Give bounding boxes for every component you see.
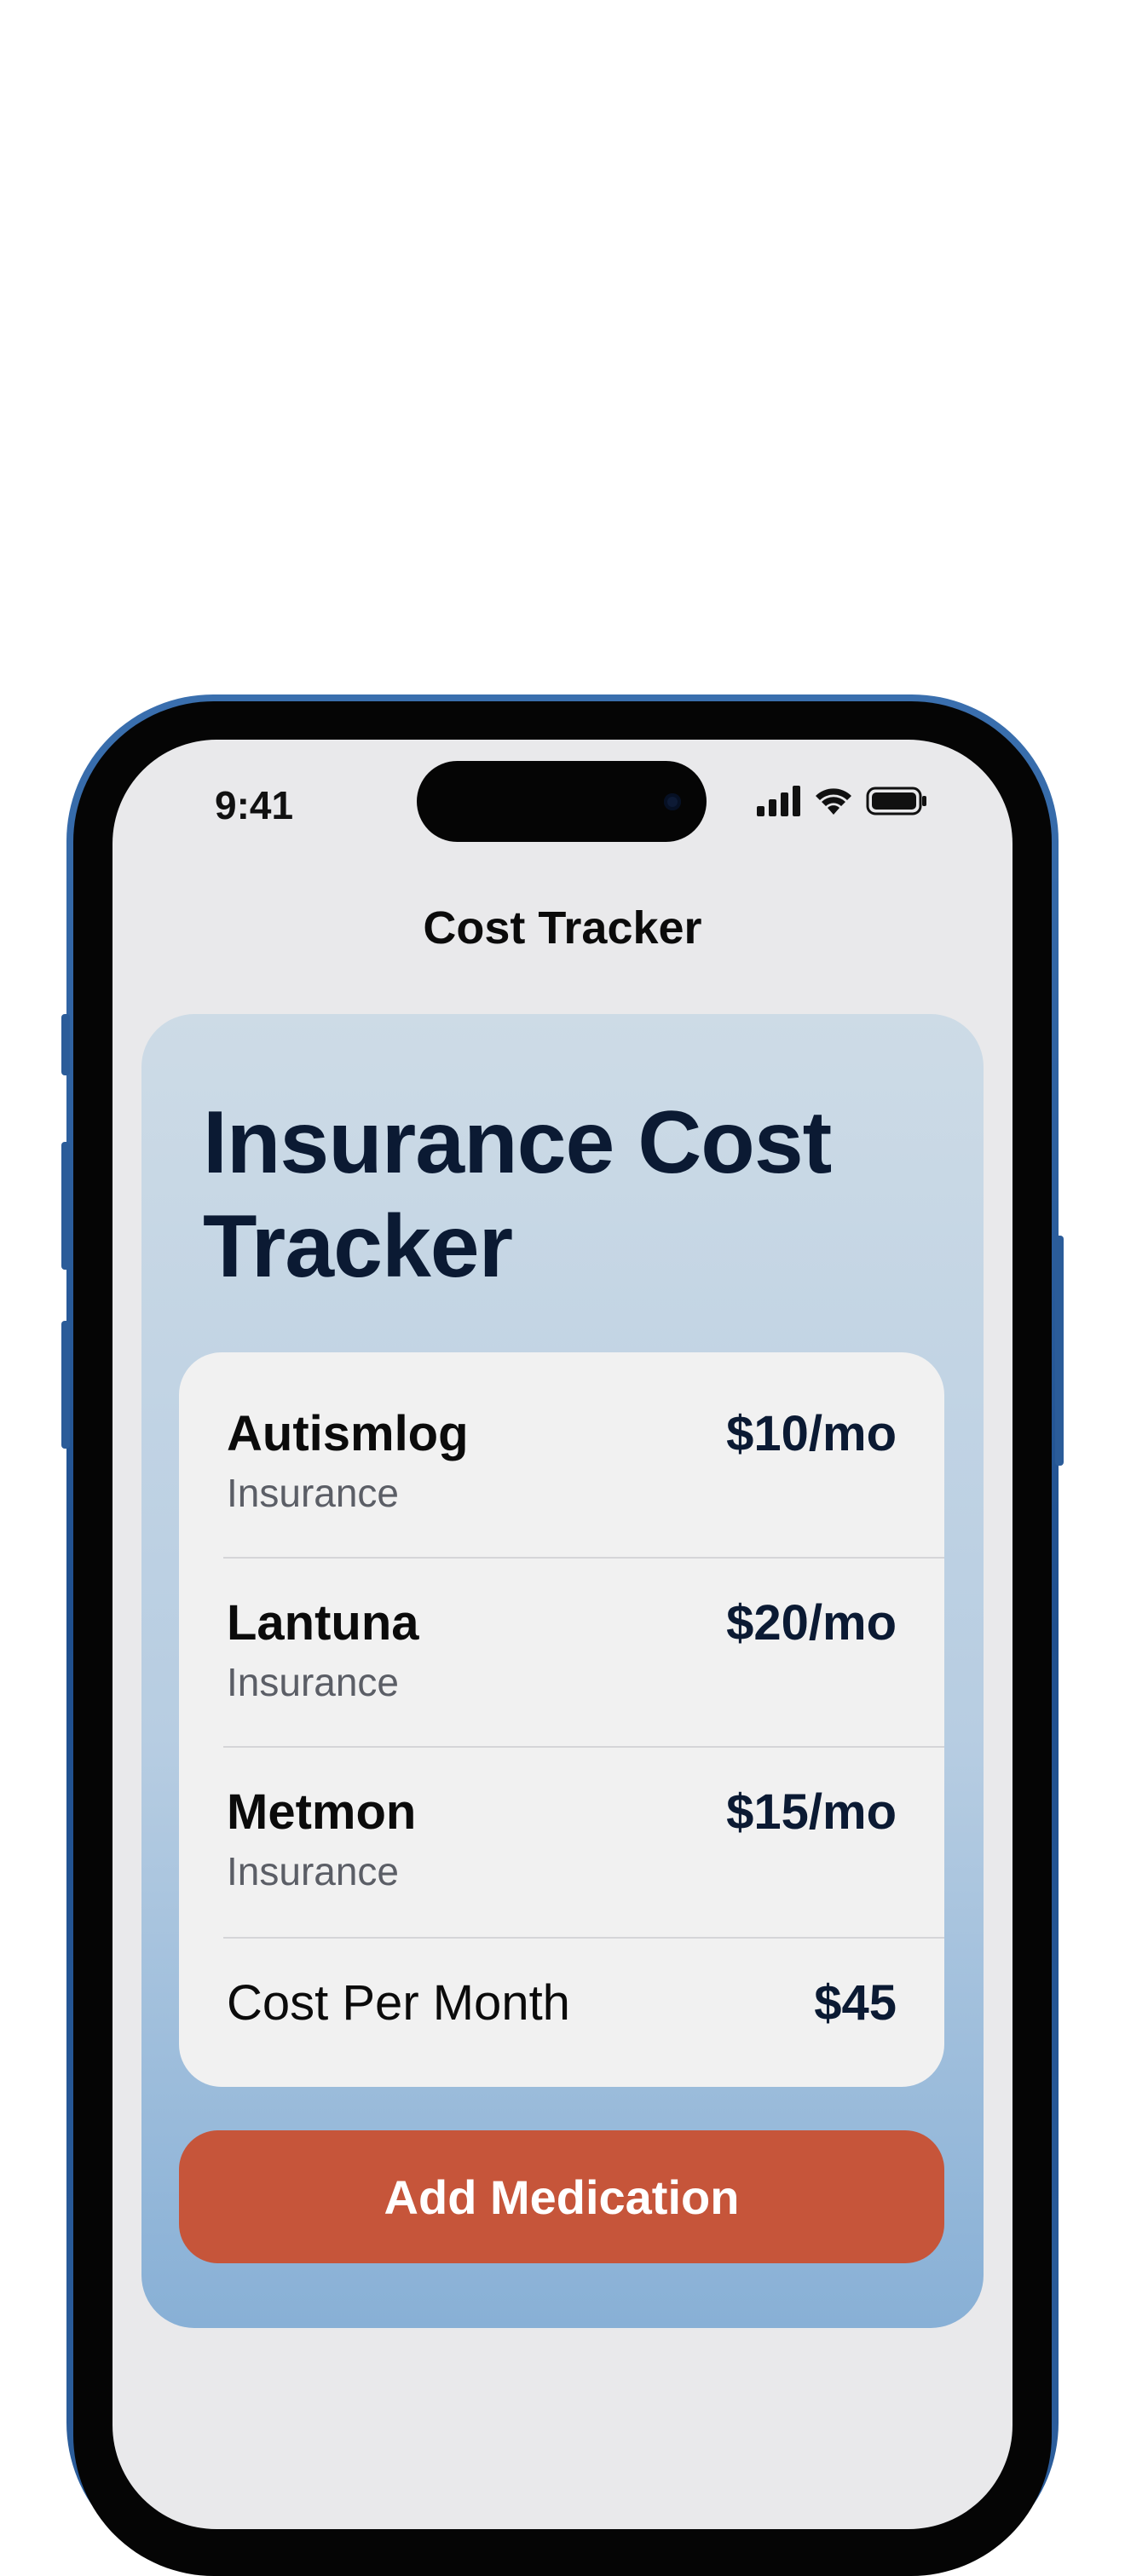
camera-icon xyxy=(664,793,681,810)
dynamic-island xyxy=(417,761,707,842)
battery-icon xyxy=(866,787,926,815)
wifi-icon xyxy=(816,788,851,815)
medication-row[interactable]: Lantuna Insurance $20/mo xyxy=(179,1559,944,1746)
medication-name: Lantuna xyxy=(227,1595,419,1651)
medication-name: Metmon xyxy=(227,1784,417,1840)
total-value: $45 xyxy=(814,1975,897,2031)
medication-coverage: Insurance xyxy=(227,1660,400,1704)
phone-screen: 9:41 Cost Tracker Insurance Cost Tracker xyxy=(112,740,1012,2529)
medication-name: Autismlog xyxy=(227,1406,469,1461)
medication-price: $20/mo xyxy=(726,1595,897,1651)
cellular-signal-icon xyxy=(757,786,800,816)
medication-list: Autismlog Insurance $10/mo Lantuna Insur… xyxy=(179,1352,944,2087)
side-button xyxy=(1055,1236,1064,1466)
medication-coverage: Insurance xyxy=(227,1849,400,1893)
insurance-cost-card: Insurance Cost Tracker Autismlog Insuran… xyxy=(141,1014,984,2328)
add-medication-button[interactable]: Add Medication xyxy=(179,2130,944,2263)
status-icons xyxy=(757,784,927,818)
medication-row[interactable]: Autismlog Insurance $10/mo xyxy=(179,1352,944,1557)
total-row: Cost Per Month $45 xyxy=(179,1939,944,2087)
volume-down-button xyxy=(61,1321,70,1449)
medication-row[interactable]: Metmon Insurance $15/mo xyxy=(179,1748,944,1937)
volume-up-button xyxy=(61,1142,70,1270)
medication-coverage: Insurance xyxy=(227,1471,400,1515)
page-title: Insurance Cost Tracker xyxy=(203,1093,832,1296)
total-label: Cost Per Month xyxy=(227,1975,570,2031)
medication-price: $15/mo xyxy=(726,1784,897,1840)
action-button xyxy=(61,1014,70,1075)
status-time: 9:41 xyxy=(215,783,294,827)
medication-price: $10/mo xyxy=(726,1406,897,1461)
nav-title: Cost Tracker xyxy=(423,902,702,954)
